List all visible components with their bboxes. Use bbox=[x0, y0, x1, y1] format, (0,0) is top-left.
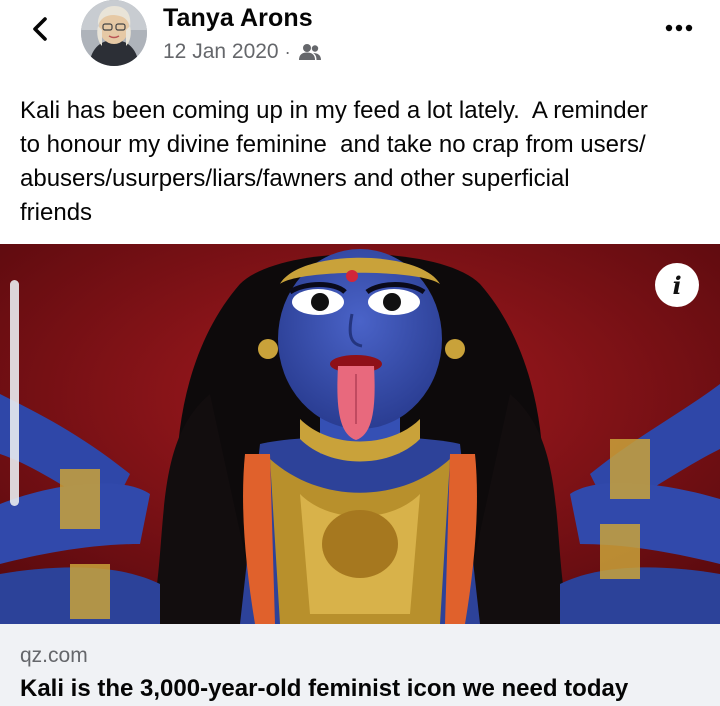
post-meta: 12 Jan 2020 · bbox=[163, 40, 321, 64]
friends-icon bbox=[298, 44, 321, 60]
more-options-button[interactable] bbox=[664, 18, 694, 38]
link-preview-card[interactable]: qz.com Kali is the 3,000-year-old femini… bbox=[0, 624, 720, 706]
chevron-left-icon bbox=[33, 17, 47, 41]
post-header: Tanya Arons 12 Jan 2020 · bbox=[0, 0, 720, 80]
info-button[interactable]: i bbox=[655, 263, 699, 307]
author-name[interactable]: Tanya Arons bbox=[163, 4, 313, 33]
more-horizontal-icon bbox=[665, 24, 693, 32]
link-domain: qz.com bbox=[20, 644, 88, 667]
meta-separator: · bbox=[284, 41, 291, 62]
info-icon: i bbox=[672, 270, 682, 300]
post-text: Kali has been coming up in my feed a lot… bbox=[20, 97, 648, 226]
post-date[interactable]: 12 Jan 2020 bbox=[163, 40, 279, 64]
scroll-indicator[interactable] bbox=[10, 280, 19, 506]
avatar[interactable] bbox=[81, 0, 147, 66]
link-title[interactable]: Kali is the 3,000-year-old feminist icon… bbox=[20, 675, 628, 703]
link-preview-image[interactable] bbox=[0, 244, 720, 624]
back-button[interactable] bbox=[26, 14, 56, 44]
